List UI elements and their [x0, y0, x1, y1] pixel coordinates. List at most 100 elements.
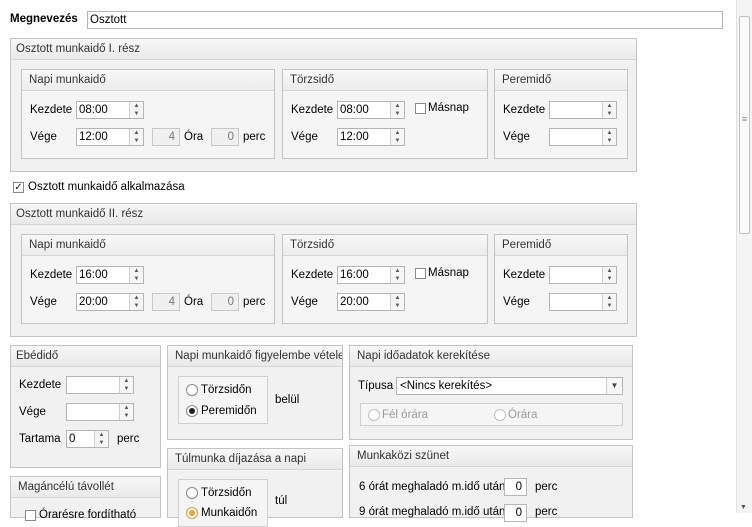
part1-napi-start-value: 08:00 [79, 104, 108, 116]
part2-minutes-field: 0 [211, 293, 239, 311]
spin-button-icon[interactable]: ▲ ▼ [602, 129, 616, 145]
part1-perem-group: Peremidő Kezdete ▲ ▼ Vége ▲ ▼ [494, 69, 628, 159]
lunch-start-input[interactable]: ▲ ▼ [66, 376, 134, 394]
overtime-suffix: túl [275, 495, 288, 507]
part1-napi-group: Napi munkaidő Kezdete 08:00 ▲ ▼ Vége 12:0… [21, 69, 275, 159]
part2-perem-start-label: Kezdete [503, 269, 546, 281]
scrollbar-thumb[interactable]: ≡ [739, 16, 750, 234]
name-input[interactable]: Osztott [87, 11, 723, 29]
part2-napi-end-input[interactable]: 20:00 ▲ ▼ [76, 293, 144, 311]
part2-minutes-unit: perc [243, 296, 266, 308]
part2-napi-start-input[interactable]: 16:00 ▲ ▼ [76, 266, 144, 284]
private-group: Magáncélú távollét Órarésre fordítható [10, 476, 161, 521]
part2-group: Osztott munkaidő II. rész Napi munkaidő … [10, 203, 637, 337]
lunch-duration-input[interactable]: 0 ▲ ▼ [66, 430, 109, 448]
part2-torzs-start-value: 16:00 [340, 269, 369, 281]
rounding-option2-radio[interactable] [494, 409, 506, 421]
spin-button-icon[interactable]: ▲ ▼ [602, 267, 616, 283]
vertical-scrollbar[interactable]: ≡ ▼ [736, 0, 752, 513]
part2-perem-title: Peremidő [495, 235, 627, 256]
part1-torzs-start-value: 08:00 [340, 104, 369, 116]
rounding-option2-label: Órára [508, 409, 538, 421]
part1-napi-end-value: 12:00 [79, 131, 108, 143]
spin-button-icon[interactable]: ▲ ▼ [129, 267, 143, 283]
part2-torzs-end-label: Vége [291, 296, 318, 308]
part2-napi-title: Napi munkaidő [22, 235, 274, 256]
part2-torzs-start-input[interactable]: 16:00 ▲ ▼ [337, 266, 405, 284]
part2-hours-unit: Óra [184, 296, 204, 308]
chevron-down-icon[interactable]: ▼ [740, 504, 747, 511]
consider-title: Napi munkaidő figyelembe vétele [168, 346, 342, 367]
name-label: Megnevezés [10, 13, 78, 25]
apply-label: Osztott munkaidő alkalmazása [28, 181, 185, 193]
breaks-row2-unit: perc [535, 506, 558, 518]
spin-button-icon[interactable]: ▲ ▼ [390, 102, 404, 118]
part2-torzs-title: Törzsidő [283, 235, 487, 256]
rounding-title: Napi időadatok kerekítése [350, 346, 632, 367]
part2-torzs-end-input[interactable]: 20:00 ▲ ▼ [337, 293, 405, 311]
breaks-row2-input[interactable]: 0 [504, 504, 527, 522]
spin-button-icon[interactable]: ▲ ▼ [119, 377, 133, 393]
lunch-group: Ebédidő Kezdete ▲ ▼ Vége ▲ ▼ Tartama 0 ▲ ▼ … [10, 345, 161, 468]
overtime-title: Túlmunka díjazása a napi [168, 449, 342, 470]
overtime-option1-radio[interactable] [186, 487, 198, 499]
part1-hours-unit: Óra [184, 131, 204, 143]
part1-perem-start-label: Kezdete [503, 104, 546, 116]
breaks-row1-label: 6 órát meghaladó m.idő után [359, 481, 506, 493]
rounding-type-select[interactable]: <Nincs kerekítés> ▼ [396, 377, 623, 395]
lunch-end-label: Vége [19, 406, 46, 418]
part1-torzs-start-input[interactable]: 08:00 ▲ ▼ [337, 101, 405, 119]
breaks-title: Munkaközi szünet [350, 446, 632, 467]
rounding-option1-radio[interactable] [368, 409, 380, 421]
part1-perem-start-input[interactable]: ▲ ▼ [549, 101, 617, 119]
spin-button-icon[interactable]: ▲ ▼ [390, 267, 404, 283]
spin-button-icon[interactable]: ▲ ▼ [390, 294, 404, 310]
grip-icon: ≡ [741, 114, 748, 124]
spin-button-icon[interactable]: ▲ ▼ [602, 102, 616, 118]
part1-napi-title: Napi munkaidő [22, 70, 274, 91]
part2-napi-start-value: 16:00 [79, 269, 108, 281]
consider-option2-radio[interactable] [186, 405, 198, 417]
part1-perem-end-label: Vége [503, 131, 530, 143]
part2-perem-end-input[interactable]: ▲ ▼ [549, 293, 617, 311]
part2-next-day-checkbox[interactable] [415, 268, 426, 279]
part2-perem-group: Peremidő Kezdete ▲ ▼ Vége ▲ ▼ [494, 234, 628, 324]
breaks-row1-input[interactable]: 0 [504, 478, 527, 496]
overtime-option2-label: Munkaidőn [201, 507, 258, 519]
spin-button-icon[interactable]: ▲ ▼ [129, 129, 143, 145]
breaks-row2-label: 9 órát meghaladó m.idő után [359, 506, 506, 518]
lunch-end-input[interactable]: ▲ ▼ [66, 403, 134, 421]
part2-perem-start-input[interactable]: ▲ ▼ [549, 266, 617, 284]
part1-napi-end-input[interactable]: 12:00 ▲ ▼ [76, 128, 144, 146]
spin-button-icon[interactable]: ▲ ▼ [119, 404, 133, 420]
spin-button-icon[interactable]: ▲ ▼ [94, 431, 108, 447]
spin-button-icon[interactable]: ▲ ▼ [602, 294, 616, 310]
part1-napi-start-input[interactable]: 08:00 ▲ ▼ [76, 101, 144, 119]
part1-next-day-label: Másnap [428, 102, 469, 114]
chevron-down-icon[interactable]: ▼ [606, 378, 622, 394]
part1-torzs-end-input[interactable]: 12:00 ▲ ▼ [337, 128, 405, 146]
spin-button-icon[interactable]: ▲ ▼ [129, 294, 143, 310]
overtime-option1-label: Törzsidőn [201, 487, 252, 499]
private-title: Magáncélú távollét [11, 477, 160, 498]
consider-option1-label: Törzsidőn [201, 384, 252, 396]
overtime-group: Túlmunka díjazása a napi Törzsidőn Munka… [167, 448, 343, 527]
part2-torzs-group: Törzsidő Kezdete 16:00 ▲ ▼ Másnap Vége 20… [282, 234, 488, 324]
apply-checkbox[interactable]: ✓ [13, 182, 24, 193]
part1-napi-end-label: Vége [30, 131, 57, 143]
part1-next-day-checkbox[interactable] [415, 103, 426, 114]
part2-next-day-label: Másnap [428, 267, 469, 279]
part2-torzs-start-label: Kezdete [291, 269, 334, 281]
part2-hours-field: 4 [152, 293, 180, 311]
part1-perem-end-input[interactable]: ▲ ▼ [549, 128, 617, 146]
part1-title: Osztott munkaidő I. rész [11, 39, 636, 60]
private-checkbox[interactable] [25, 510, 36, 521]
overtime-option2-radio[interactable] [186, 507, 198, 519]
consider-option1-radio[interactable] [186, 384, 198, 396]
part2-napi-group: Napi munkaidő Kezdete 16:00 ▲ ▼ Vége 20:0… [21, 234, 275, 324]
spin-button-icon[interactable]: ▲ ▼ [390, 129, 404, 145]
part2-napi-end-label: Vége [30, 296, 57, 308]
spin-button-icon[interactable]: ▲ ▼ [129, 102, 143, 118]
part1-hours-field: 4 [152, 128, 180, 146]
part1-torzs-title: Törzsidő [283, 70, 487, 91]
